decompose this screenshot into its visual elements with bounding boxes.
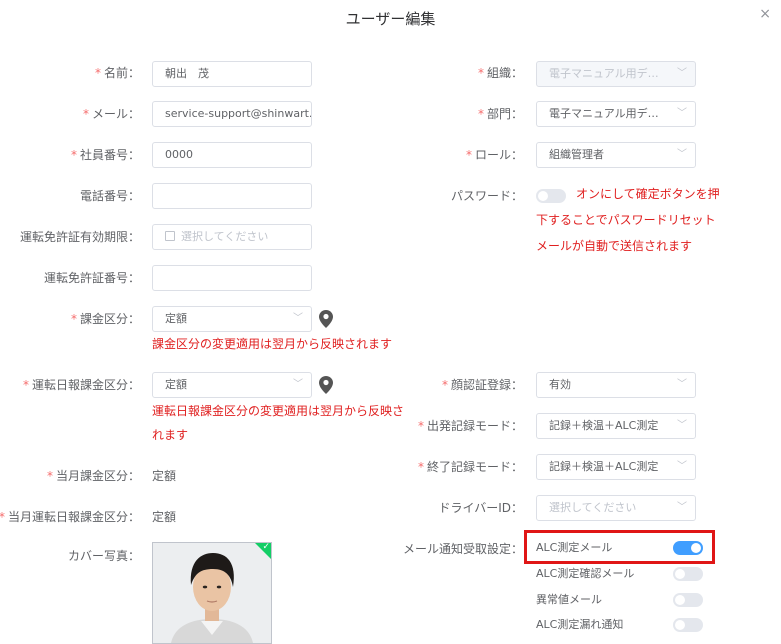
required-mark: * xyxy=(477,107,484,121)
password-note-line3: メールが自動で送信されます xyxy=(536,239,693,253)
chevron-down-icon: ﹀ xyxy=(677,420,687,431)
phone-input[interactable] xyxy=(152,183,312,209)
calendar-icon xyxy=(165,231,175,241)
location-pin-icon[interactable] xyxy=(319,310,333,328)
required-mark: * xyxy=(417,460,424,474)
chevron-down-icon: ﹀ xyxy=(677,149,687,160)
daily-billing-warning-line2: れます xyxy=(152,428,189,442)
current-daily-billing-label: *当月運転日報課金区分： xyxy=(0,509,140,525)
required-mark: * xyxy=(70,312,77,326)
license-no-label: 運転免許証番号： xyxy=(43,271,140,285)
dialog-title: ユーザー編集 xyxy=(345,10,436,28)
password-label: パスワード： xyxy=(450,189,523,203)
departure-mode-select[interactable]: 記録＋検温＋ALC測定 ﹀ xyxy=(536,413,696,439)
required-mark: * xyxy=(465,148,472,162)
license-no-input[interactable] xyxy=(152,265,312,291)
password-note-line2: 下することでパスワードリセット xyxy=(536,213,716,227)
dept-select[interactable]: 電子マニュアル用デモ... ﹀ xyxy=(536,101,696,127)
chevron-down-icon: ﹀ xyxy=(677,108,687,119)
cover-photo-label: カバー写真： xyxy=(67,549,140,563)
dept-label: * 部門： xyxy=(477,107,523,121)
cover-photo[interactable]: ✓ xyxy=(152,542,272,644)
required-mark: * xyxy=(417,419,424,433)
current-billing-label: * 当月課金区分： xyxy=(46,469,140,483)
location-pin-icon[interactable] xyxy=(319,376,333,394)
driver-id-label: ドライバーID： xyxy=(438,501,523,515)
required-mark: * xyxy=(477,66,484,80)
license-expiry-datepicker[interactable]: 選択してください xyxy=(152,224,312,250)
toggle-knob xyxy=(675,569,685,579)
chevron-down-icon: ﹀ xyxy=(677,379,687,390)
required-mark: * xyxy=(70,148,77,162)
highlight-box xyxy=(524,530,715,564)
notif-abnormal-toggle[interactable] xyxy=(673,593,703,607)
required-mark: * xyxy=(82,107,89,121)
password-note-line1: オンにして確定ボタンを押 xyxy=(576,187,720,201)
employee-no-input[interactable]: 0000 xyxy=(152,142,312,168)
face-auth-select[interactable]: 有効 ﹀ xyxy=(536,372,696,398)
required-mark: * xyxy=(22,378,29,392)
daily-billing-label: * 運転日報課金区分： xyxy=(22,378,140,392)
employee-no-label: * 社員番号： xyxy=(70,148,140,162)
end-mode-label: * 終了記録モード： xyxy=(417,460,523,474)
billing-select[interactable]: 定額 ﹀ xyxy=(152,306,312,332)
driver-id-select[interactable]: 選択してください ﹀ xyxy=(536,495,696,521)
notifications-label: メール通知受取設定： xyxy=(402,542,523,556)
notif-alc-missed-toggle[interactable] xyxy=(673,618,703,632)
billing-label: * 課金区分： xyxy=(70,312,140,326)
notif-abnormal-label: 異常値メール xyxy=(536,593,602,606)
portrait-image xyxy=(153,543,271,643)
daily-billing-select[interactable]: 定額 ﹀ xyxy=(152,372,312,398)
chevron-down-icon: ﹀ xyxy=(677,502,687,513)
notif-alc-confirm-toggle[interactable] xyxy=(673,567,703,581)
close-icon[interactable]: × xyxy=(759,6,771,22)
toggle-knob xyxy=(675,620,685,630)
end-mode-select[interactable]: 記録＋検温＋ALC測定 ﹀ xyxy=(536,454,696,480)
required-mark: * xyxy=(94,66,101,80)
required-mark: * xyxy=(0,510,5,524)
email-label: * メール： xyxy=(82,107,140,121)
chevron-down-icon: ﹀ xyxy=(677,68,687,79)
role-label: * ロール： xyxy=(465,148,523,162)
toggle-knob xyxy=(675,595,685,605)
org-select: 電子マニュアル用デモサイト ﹀ xyxy=(536,61,696,87)
daily-billing-warning-line1: 運転日報課金区分の変更適用は翌月から反映さ xyxy=(152,404,405,418)
name-label: * 名前： xyxy=(94,66,140,80)
chevron-down-icon: ﹀ xyxy=(293,379,303,390)
required-mark: * xyxy=(46,469,53,483)
notif-alc-confirm-label: ALC測定確認メール xyxy=(536,567,635,580)
password-reset-toggle[interactable] xyxy=(536,189,566,203)
current-daily-billing-value: 定額 xyxy=(152,510,177,524)
toggle-knob xyxy=(538,191,548,201)
face-auth-label: * 顔認証登録： xyxy=(441,378,523,392)
check-icon: ✓ xyxy=(262,542,270,552)
org-label: * 組織： xyxy=(477,66,523,80)
departure-mode-label: * 出発記録モード： xyxy=(417,419,523,433)
name-input[interactable]: 朝出 茂 xyxy=(152,61,312,87)
current-billing-value: 定額 xyxy=(152,469,177,483)
required-mark: * xyxy=(441,378,448,392)
chevron-down-icon: ﹀ xyxy=(293,313,303,324)
chevron-down-icon: ﹀ xyxy=(677,461,687,472)
billing-warning: 課金区分の変更適用は翌月から反映されます xyxy=(152,337,393,351)
email-input[interactable]: service-support@shinwart.co xyxy=(152,101,312,127)
license-expiry-label: 運転免許証有効期限： xyxy=(19,230,140,244)
role-select[interactable]: 組織管理者 ﹀ xyxy=(536,142,696,168)
phone-label: 電話番号： xyxy=(79,189,140,203)
